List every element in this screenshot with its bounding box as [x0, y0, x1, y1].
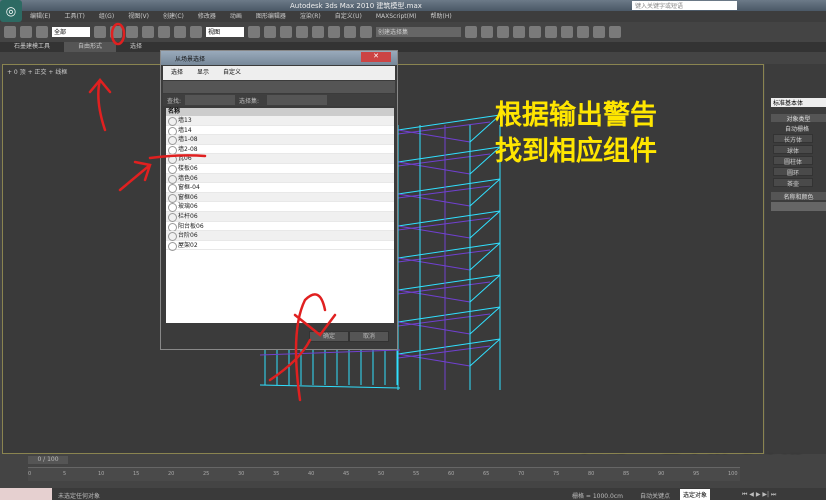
playback-controls[interactable]: ⏮ ◀ ▶ ▶| ⏭: [742, 491, 776, 499]
track-bar[interactable]: 0 5 10 15 20 25 30 35 40 45 50 55 60 65 70 75 80 85 90 95 10…: [28, 467, 740, 481]
timeline-tick: 25: [203, 471, 210, 477]
timeline-tick: 55: [413, 471, 420, 477]
timeline-tick: 35: [273, 471, 280, 477]
timeline-tick: 50: [378, 471, 385, 477]
timeline-tick: 60: [448, 471, 455, 477]
timeline-tick: 70: [518, 471, 525, 477]
timeline-tick: 0: [28, 471, 32, 477]
underline-item: [148, 154, 207, 160]
autokey-label[interactable]: 自动关键点: [640, 491, 670, 500]
status-text: 未选定任何对象: [58, 493, 101, 500]
timeline-tick: 90: [658, 471, 665, 477]
timeline-area: 0 / 100 0 5 10 15 20 25 30 35 40 45 50 55 60 65 70 75 80…: [0, 455, 826, 500]
timeline-tick: 10: [98, 471, 105, 477]
timeline-tick: 75: [553, 471, 560, 477]
maxscript-listener[interactable]: [0, 488, 52, 500]
key-mode-dropdown[interactable]: 选定对象: [680, 489, 711, 500]
time-slider[interactable]: 0 / 100: [28, 456, 68, 464]
timeline-tick: 15: [133, 471, 140, 477]
timeline-tick: 100: [728, 471, 738, 477]
status-bar: 未选定任何对象 栅格 = 1000.0cm 自动关键点 选定对象 ⏮ ◀ ▶ ▶…: [0, 488, 826, 500]
grid-size: 栅格 = 1000.0cm: [572, 493, 623, 500]
timeline-tick: 5: [63, 471, 67, 477]
arrow-up-toolbar: [88, 78, 112, 132]
timeline-tick: 40: [308, 471, 315, 477]
arrow-to-ok: [268, 293, 337, 402]
timeline-tick: 65: [483, 471, 490, 477]
timeline-tick: 30: [238, 471, 245, 477]
timeline-tick: 45: [343, 471, 350, 477]
timeline-tick: 80: [588, 471, 595, 477]
timeline-tick: 20: [168, 471, 175, 477]
timeline-tick: 95: [693, 471, 700, 477]
arrow-to-item: [118, 160, 152, 192]
timeline-tick: 85: [623, 471, 630, 477]
highlight-circle: [110, 22, 126, 46]
red-pen-annotations: [88, 22, 337, 402]
